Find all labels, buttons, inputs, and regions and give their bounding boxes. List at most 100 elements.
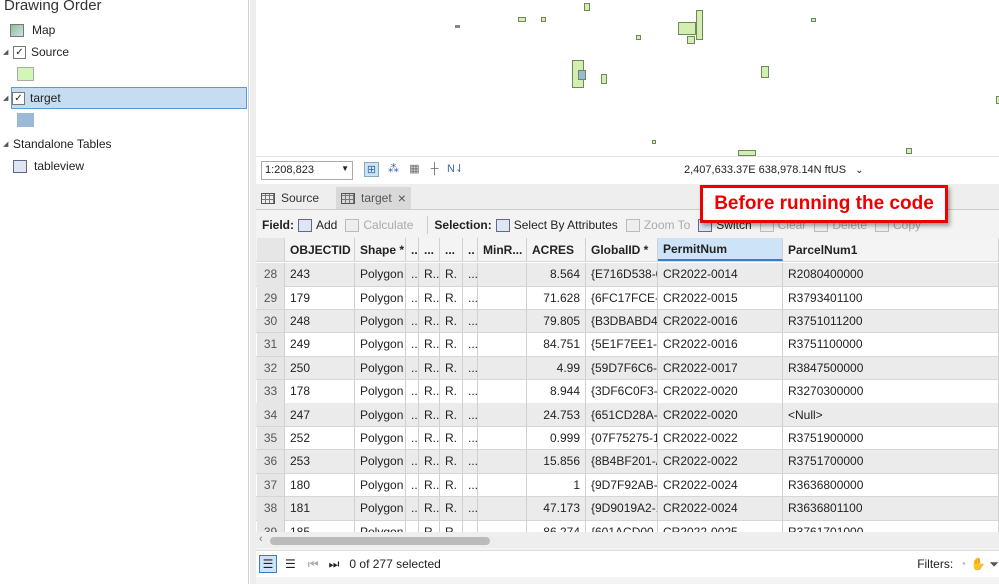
table-cell[interactable]: 253 [285,450,355,473]
table-row[interactable]: 37180Polygon...R..R....1{9D7F92AB-9CR202… [256,473,999,498]
table-cell[interactable]: R.. [419,473,440,497]
table-cell[interactable]: R. [440,263,463,286]
table-cell[interactable]: R. [440,286,463,309]
table-cell[interactable]: 0.999 [527,426,586,450]
scrollbar-thumb[interactable] [270,537,490,545]
table-cell[interactable]: R.. [419,497,440,520]
table-cell[interactable]: ... [406,263,419,286]
column-header[interactable]: OBJECTID * [285,238,355,261]
table-cell[interactable] [478,473,527,497]
table-cell[interactable]: {5E1F7EE1-D: [586,333,658,356]
table-row[interactable]: 30248Polygon...R..R....79.805{B3DBABD4-:… [256,309,999,334]
table-cell[interactable]: R3636801100 [783,497,999,520]
table-cell[interactable] [478,450,527,473]
table-cell[interactable]: CR2022-0020 [658,380,783,403]
row-number[interactable]: 32 [257,356,285,380]
tab-source[interactable]: Source [256,187,324,209]
table-cell[interactable]: 243 [285,263,355,286]
row-number[interactable]: 33 [257,380,285,403]
table-cell[interactable]: ... [406,473,419,497]
table-cell[interactable]: Polygon [355,497,406,520]
table-cell[interactable] [478,426,527,450]
source-checkbox[interactable]: ✓ [13,45,26,59]
table-cell[interactable] [478,263,527,286]
table-cell[interactable]: ... [463,473,478,497]
table-cell[interactable]: R3751700000 [783,450,999,473]
table-cell[interactable]: R.. [419,450,440,473]
table-cell[interactable]: R.. [419,426,440,450]
table-cell[interactable]: 248 [285,309,355,333]
table-cell[interactable]: R3751900000 [783,426,999,450]
table-cell[interactable]: {B3DBABD4-: [586,309,658,333]
table-cell[interactable]: R.. [419,380,440,403]
table-cell[interactable]: ... [406,403,419,426]
table-cell[interactable] [478,286,527,309]
row-number[interactable]: 35 [257,426,285,450]
table-cell[interactable]: {59D7F6C6-F [586,356,658,380]
table-row[interactable]: 28243Polygon...R..R....8.564{E716D538-0:… [256,263,999,287]
table-cell[interactable]: 8.564 [527,263,586,286]
table-cell[interactable]: 250 [285,356,355,380]
table-cell[interactable]: Polygon [355,473,406,497]
add-field-button[interactable]: Add [298,218,341,233]
table-cell[interactable]: ... [406,426,419,450]
table-cell[interactable]: ... [463,333,478,356]
table-cell[interactable]: R. [440,333,463,356]
expand-icon[interactable]: ◢ [3,48,13,56]
expand-icon[interactable]: ◢ [3,94,13,102]
table-cell[interactable] [478,333,527,356]
table-cell[interactable] [478,380,527,403]
coordinates-readout[interactable]: 2,407,633.37E 638,978.14N ftUS ⌄ [684,164,864,176]
table-cell[interactable]: CR2022-0016 [658,333,783,356]
table-cell[interactable]: {9D9019A2-1 [586,497,658,520]
table-cell[interactable]: ... [406,380,419,403]
table-cell[interactable]: ... [406,450,419,473]
close-icon[interactable]: × [398,190,406,206]
last-record-icon[interactable]: ⏭ [329,557,340,572]
table-cell[interactable]: R2080400000 [783,263,999,286]
scroll-left-icon[interactable]: ‹ [259,533,263,545]
table-cell[interactable]: ... [463,309,478,333]
scale-dropdown[interactable]: 1:208,823 ▼ [261,161,353,180]
guides-icon[interactable]: ┼ [427,162,442,177]
table-cell[interactable]: 15.856 [527,450,586,473]
table-cell[interactable]: 24.753 [527,403,586,426]
table-cell[interactable] [478,403,527,426]
table-cell[interactable]: ... [406,497,419,520]
table-cell[interactable]: 252 [285,426,355,450]
table-cell[interactable]: R. [440,426,463,450]
table-cell[interactable]: {E716D538-0: [586,263,658,286]
table-cell[interactable]: ... [406,333,419,356]
table-row[interactable]: 29179Polygon...R..R....71.628{6FC17FCE-A… [256,286,999,310]
column-header[interactable]: .. [406,238,419,261]
table-cell[interactable]: ... [406,356,419,380]
header-row[interactable]: OBJECTID * Shape *.......... MinR... ACRES G… [256,238,999,262]
table-row[interactable]: 32250Polygon...R..R....4.99{59D7F6C6-FCR… [256,356,999,381]
table-cell[interactable]: Polygon [355,309,406,333]
row-number[interactable]: 29 [257,286,285,309]
tree-item-source[interactable]: ◢ ✓ Source [0,41,69,63]
table-cell[interactable]: ... [463,403,478,426]
table-cell[interactable]: Polygon [355,356,406,380]
table-row[interactable]: 38181Polygon...R..R....47.173{9D9019A2-1… [256,497,999,521]
column-header[interactable]: Shape * [355,238,406,261]
column-header[interactable]: ... [419,238,440,261]
table-cell[interactable]: 4.99 [527,356,586,380]
table-cell[interactable]: ... [463,356,478,380]
table-cell[interactable]: ... [406,309,419,333]
table-cell[interactable]: R.. [419,286,440,309]
grid-snap-icon[interactable]: ⊞ [364,162,379,177]
table-cell[interactable]: {3DF6C0F3-1 [586,380,658,403]
table-row[interactable]: 35252Polygon...R..R....0.999{07F75275-1E… [256,426,999,451]
table-cell[interactable]: CR2022-0020 [658,403,783,426]
table-cell[interactable]: R. [440,473,463,497]
column-header[interactable]: ParcelNum1 [783,238,999,261]
column-header[interactable]: ACRES [527,238,586,261]
table-cell[interactable]: {9D7F92AB-9 [586,473,658,497]
map-view[interactable] [256,0,999,156]
row-number[interactable]: 37 [257,473,285,497]
select-all-corner[interactable] [257,238,285,261]
table-cell[interactable]: Polygon [355,263,406,286]
row-number[interactable]: 34 [257,403,285,426]
table-cell[interactable]: R.. [419,263,440,286]
